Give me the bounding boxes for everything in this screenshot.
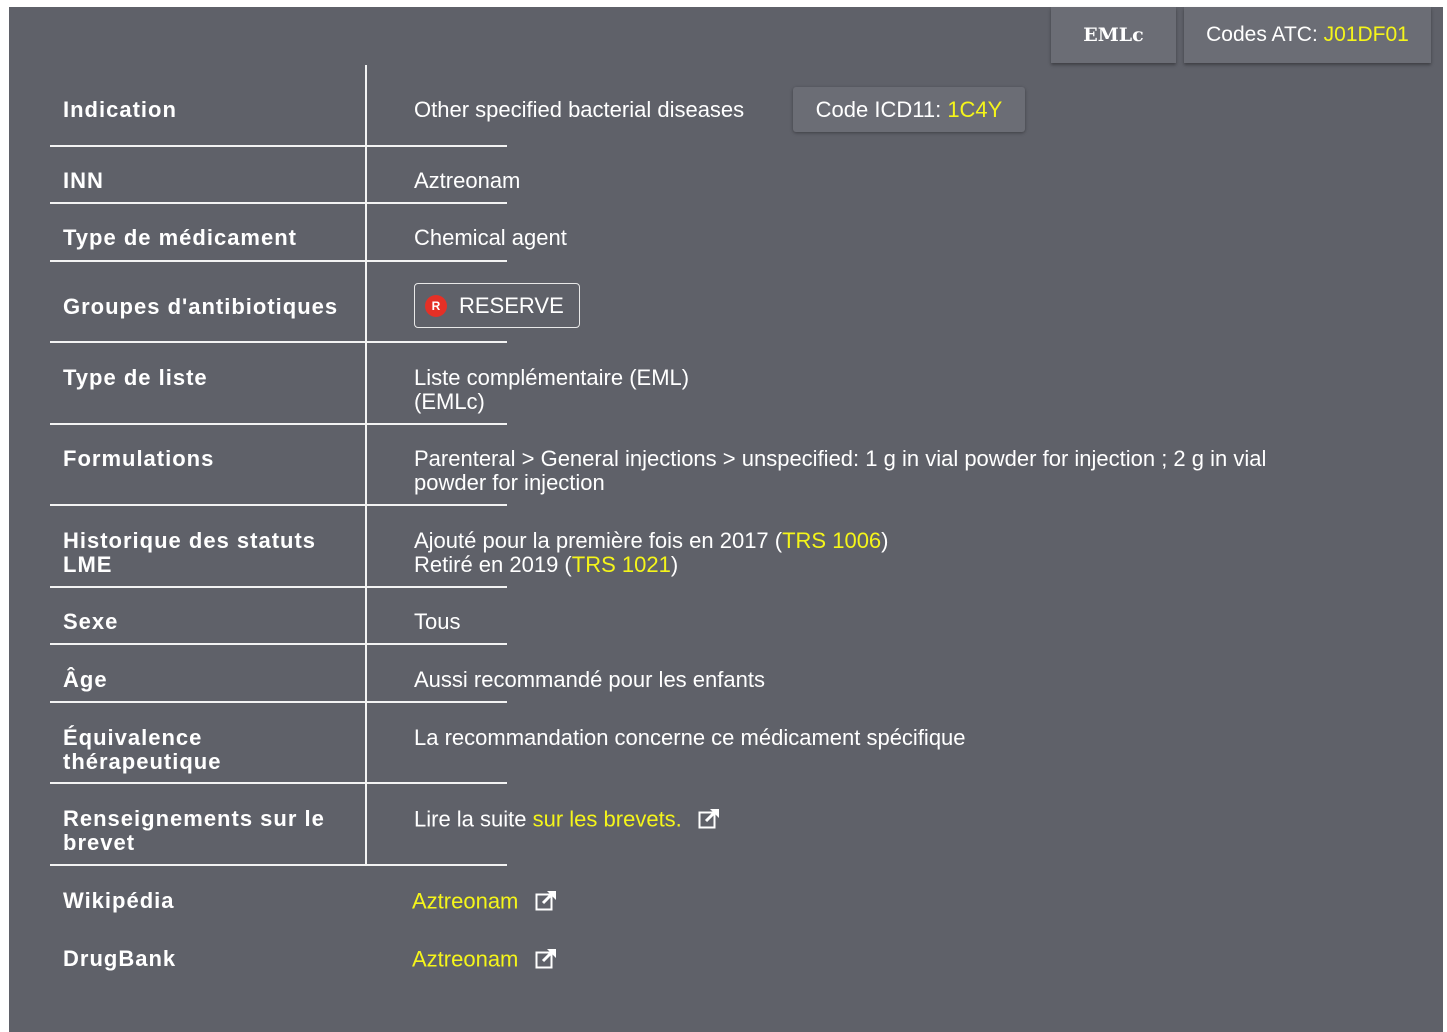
age-label: Âge	[63, 667, 108, 692]
brevet-label-line2: brevet	[63, 830, 136, 855]
drug-info-panel: EMLc Codes ATC: J01DF01 Indication Other…	[9, 7, 1443, 1032]
external-link-icon[interactable]	[535, 889, 557, 916]
formulations-line2: powder for injection	[414, 470, 605, 495]
wikipedia-link[interactable]: Aztreonam	[412, 888, 518, 913]
historique-line1: Ajouté pour la première fois en 2017 (TR…	[414, 528, 889, 553]
inn-value: Aztreonam	[414, 168, 521, 193]
row-divider	[50, 145, 507, 147]
wikipedia-value: Aztreonam	[412, 889, 557, 916]
equivalence-label: Équivalence thérapeutique	[63, 726, 221, 774]
reserve-text: RESERVE	[459, 292, 564, 318]
historique-line2: Retiré en 2019 (TRS 1021)	[414, 552, 679, 577]
row-divider	[50, 701, 507, 703]
row-divider	[50, 423, 507, 425]
equivalence-label-line1: Équivalence	[63, 725, 203, 750]
type-liste-value: Liste complémentaire (EML) (EMLc)	[414, 366, 689, 414]
icd-label: Code ICD11:	[815, 96, 942, 122]
row-divider	[50, 643, 507, 645]
row-divider	[50, 782, 507, 784]
atc-label: Codes ATC:	[1206, 23, 1318, 46]
brevet-label-line1: Renseignements sur le	[63, 806, 325, 831]
icd-code[interactable]: 1C4Y	[947, 97, 1002, 123]
equivalence-label-line2: thérapeutique	[63, 749, 222, 774]
brevets-link[interactable]: sur les brevets.	[533, 806, 682, 831]
reserve-badge[interactable]: R RESERVE	[414, 283, 580, 328]
row-divider	[50, 586, 507, 588]
brevet-prefix: Lire la suite	[414, 806, 533, 832]
type-liste-line1: Liste complémentaire (EML)	[414, 365, 690, 390]
atc-code[interactable]: J01DF01	[1324, 23, 1409, 47]
formulations-value: Parenteral > General injections > unspec…	[414, 447, 1266, 495]
historique-label: Historique des statuts LME	[63, 529, 316, 577]
brevet-label: Renseignements sur le brevet	[63, 807, 325, 855]
atc-codes-tab[interactable]: Codes ATC: J01DF01	[1184, 7, 1431, 63]
drugbank-label: DrugBank	[63, 946, 177, 971]
row-divider	[50, 202, 507, 204]
trs-1021-link[interactable]: TRS 1021	[572, 552, 671, 577]
brevet-value: Lire la suite sur les brevets.	[414, 807, 720, 834]
row-divider	[50, 260, 507, 262]
drugbank-value: Aztreonam	[412, 947, 557, 974]
sexe-label: Sexe	[63, 609, 119, 634]
groupes-label: Groupes d'antibiotiques	[63, 294, 339, 319]
type-liste-line2: (EMLc)	[414, 389, 485, 414]
historique-value: Ajouté pour la première fois en 2017 (TR…	[414, 529, 889, 577]
reserve-icon: R	[425, 294, 447, 317]
indication-value: Other specified bacterial diseases	[414, 97, 745, 122]
drugbank-link[interactable]: Aztreonam	[412, 946, 518, 971]
column-divider	[365, 65, 367, 865]
external-link-icon[interactable]	[535, 947, 557, 974]
type-medicament-value: Chemical agent	[414, 225, 567, 250]
trs-1006-link[interactable]: TRS 1006	[782, 528, 881, 553]
wikipedia-label: Wikipédia	[63, 888, 175, 913]
row-divider	[50, 864, 507, 866]
type-liste-label: Type de liste	[63, 365, 208, 390]
external-link-icon[interactable]	[698, 807, 720, 834]
equivalence-value: La recommandation concerne ce médicament…	[414, 725, 966, 750]
indication-label: Indication	[63, 97, 177, 122]
age-value: Aussi recommandé pour les enfants	[414, 667, 765, 692]
formulations-line1: Parenteral > General injections > unspec…	[414, 446, 1267, 471]
inn-label: INN	[63, 168, 104, 193]
row-divider	[50, 504, 507, 506]
historique-label-line2: LME	[63, 552, 113, 577]
sexe-value: Tous	[414, 609, 461, 634]
row-divider	[50, 341, 507, 343]
eml-tab[interactable]: EMLc	[1051, 7, 1176, 63]
icd-code-button[interactable]: Code ICD11: 1C4Y	[793, 87, 1025, 132]
formulations-label: Formulations	[63, 446, 215, 471]
historique-label-line1: Historique des statuts	[63, 528, 317, 553]
type-medicament-label: Type de médicament	[63, 225, 297, 250]
